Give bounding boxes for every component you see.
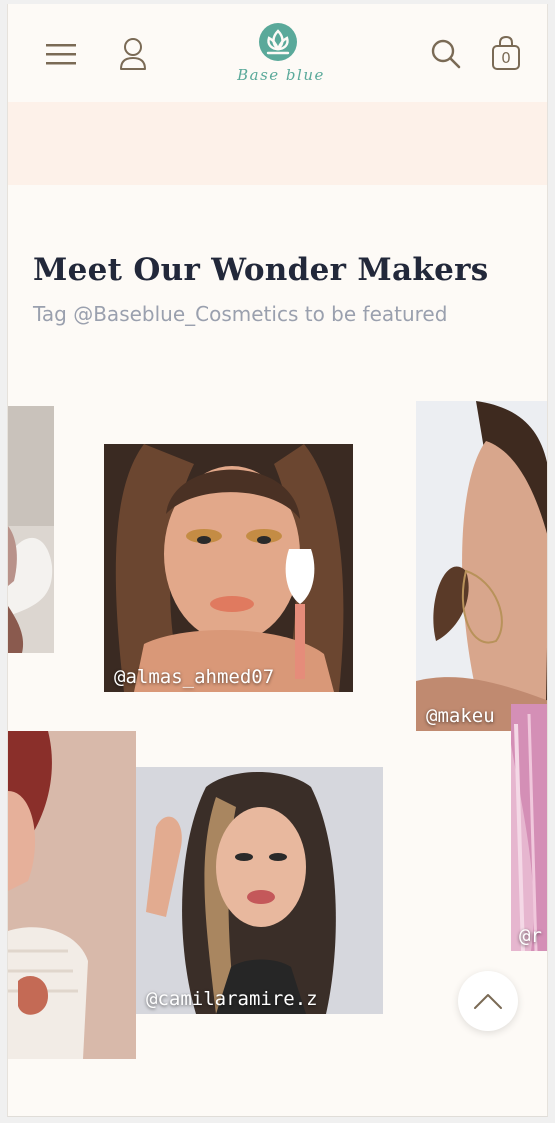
gallery-handle: @camilaramire.z: [146, 988, 318, 1010]
gallery-card[interactable]: [8, 731, 136, 1059]
gallery-handle: @makeu: [426, 705, 495, 727]
gallery-handle: @r: [519, 925, 542, 947]
gallery-photo: [136, 767, 383, 1014]
gallery-card[interactable]: @camilaramire.z: [136, 767, 383, 1014]
gallery-handle: @almas_ahmed07: [114, 666, 275, 688]
gallery-card[interactable]: [8, 406, 54, 653]
scroll-to-top-button[interactable]: [458, 971, 518, 1031]
gallery-photo: [511, 704, 547, 951]
gallery-card[interactable]: @r: [511, 704, 547, 951]
gallery-card[interactable]: @makeu: [416, 401, 547, 731]
ugc-gallery: @almas_ahmed07 @makeu @camilaramire.z @r: [8, 4, 547, 1116]
page: Base blue 0 Meet Our Wonder Makers Tag @…: [7, 4, 548, 1117]
gallery-photo: [416, 401, 547, 731]
gallery-photo: [8, 406, 54, 653]
gallery-card[interactable]: @almas_ahmed07: [104, 444, 353, 692]
gallery-photo: [104, 444, 353, 692]
chevron-up-icon: [474, 994, 502, 1009]
gallery-photo: [8, 731, 136, 1059]
